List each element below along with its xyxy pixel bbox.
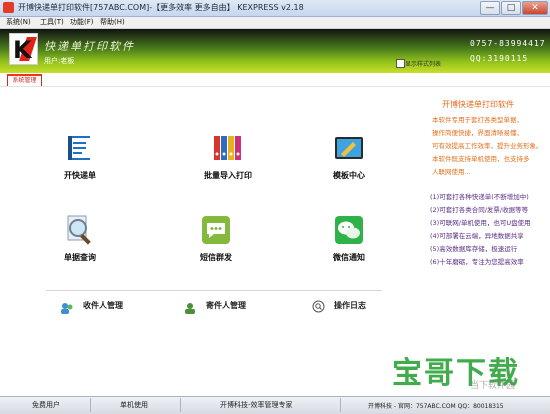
status-separator <box>180 398 181 412</box>
status-user: 免费用户 <box>32 401 60 409</box>
user-label: 用户:老板 <box>44 57 75 65</box>
tile-batch-import-print[interactable]: 批量导入打印 <box>188 132 268 181</box>
watermark-subtext: 当下软件园 <box>470 381 516 391</box>
tab-system-management[interactable]: 系统管理 <box>7 74 42 86</box>
tile-label: 批量导入打印 <box>204 171 252 180</box>
menu-tools[interactable]: 工具(T) <box>40 17 64 28</box>
magnifier-icon <box>64 214 96 246</box>
intro-line: 本软件专用于套打各类型单据， <box>432 116 523 124</box>
status-bar: 免费用户 单机使用 开博科技-效率管理专家 开博科技 - 官网：757ABC.C… <box>0 396 550 414</box>
operation-log-link[interactable]: 操作日志 <box>334 300 366 311</box>
tile-label: 模板中心 <box>333 171 365 180</box>
status-company: 开博科技-效率管理专家 <box>220 401 293 409</box>
feature-line: (6)十年磨砺，专注为您提高效率 <box>430 258 524 266</box>
status-separator <box>340 398 341 412</box>
maximize-button[interactable]: □ <box>501 1 521 15</box>
intro-line: 人联网使用... <box>432 168 471 176</box>
menu-system[interactable]: 系统(N) <box>6 17 31 28</box>
wechat-icon <box>333 214 365 246</box>
status-footer: 开博科技 - 官网：757ABC.COM QQ：80018315 <box>368 403 504 410</box>
tile-document-query[interactable]: 单据查询 <box>40 214 120 263</box>
template-icon <box>333 132 365 164</box>
intro-line: 操作简便快捷，界面清晰易懂， <box>432 129 523 137</box>
sender-management-link[interactable]: 寄件人管理 <box>206 300 246 311</box>
log-icon <box>312 298 325 317</box>
logo: K <box>9 33 38 65</box>
sender-icon <box>183 299 197 318</box>
menu-help[interactable]: 帮助(H) <box>100 17 125 28</box>
feature-line: (3)可联网/单机使用，也可U盘使用 <box>430 219 531 227</box>
style-list-icon <box>396 59 405 68</box>
tab-strip <box>0 73 550 87</box>
qq-number: QQ:3190115 <box>470 54 529 63</box>
intro-line: 本软件既支持单机使用，也支持多 <box>432 155 530 163</box>
menu-bar: 系统(N) 工具(T) 功能(F) 帮助(H) <box>0 17 550 29</box>
feature-line: (2)可套打各类合同/发票/收据等等 <box>430 206 529 214</box>
tile-open-waybill[interactable]: 开快递单 <box>40 132 120 181</box>
panel-title: 开博快递单打印软件 <box>442 100 514 109</box>
intro-line: 可有效提高工作效率，提升业务形象。 <box>432 142 543 150</box>
minimize-button[interactable]: — <box>480 1 500 15</box>
tile-sms-broadcast[interactable]: 短信群发 <box>176 214 256 263</box>
recipients-icon <box>60 299 74 318</box>
tile-label: 短信群发 <box>200 253 232 262</box>
phone-number: 0757-83994417 <box>470 39 546 48</box>
title-bar: 开博快递单打印软件[757ABC.COM]-【更多效率 更多自由】 KEXPRE… <box>0 0 550 17</box>
tile-label: 单据查询 <box>64 253 96 262</box>
tile-template-center[interactable]: 模板中心 <box>309 132 389 181</box>
app-icon <box>3 2 14 13</box>
recipient-management-link[interactable]: 收件人管理 <box>83 300 123 311</box>
feature-line: (1)可套打各种快递单(不断增加中) <box>430 193 529 201</box>
binders-icon <box>212 132 244 164</box>
status-mode: 单机使用 <box>120 401 148 409</box>
book-icon <box>64 132 96 164</box>
status-separator <box>90 398 91 412</box>
tile-label: 微信通知 <box>333 253 365 262</box>
divider <box>46 290 382 291</box>
sms-icon <box>200 214 232 246</box>
show-style-list-link[interactable]: 显示样式列表 <box>405 59 441 68</box>
brand-title: 快递单打印软件 <box>44 40 135 53</box>
window-title: 开博快递单打印软件[757ABC.COM]-【更多效率 更多自由】 KEXPRE… <box>18 3 304 12</box>
tile-wechat-notify[interactable]: 微信通知 <box>309 214 389 263</box>
feature-line: (5)高效数据库存储，极速运行 <box>430 245 518 253</box>
close-button[interactable]: ✕ <box>522 1 548 15</box>
header-banner: K 快递单打印软件 用户:老板 0757-83994417 QQ:3190115 <box>0 29 550 73</box>
tile-label: 开快递单 <box>64 171 96 180</box>
menu-function[interactable]: 功能(F) <box>70 17 94 28</box>
feature-line: (4)可部署在云端，异地数据共享 <box>430 232 524 240</box>
